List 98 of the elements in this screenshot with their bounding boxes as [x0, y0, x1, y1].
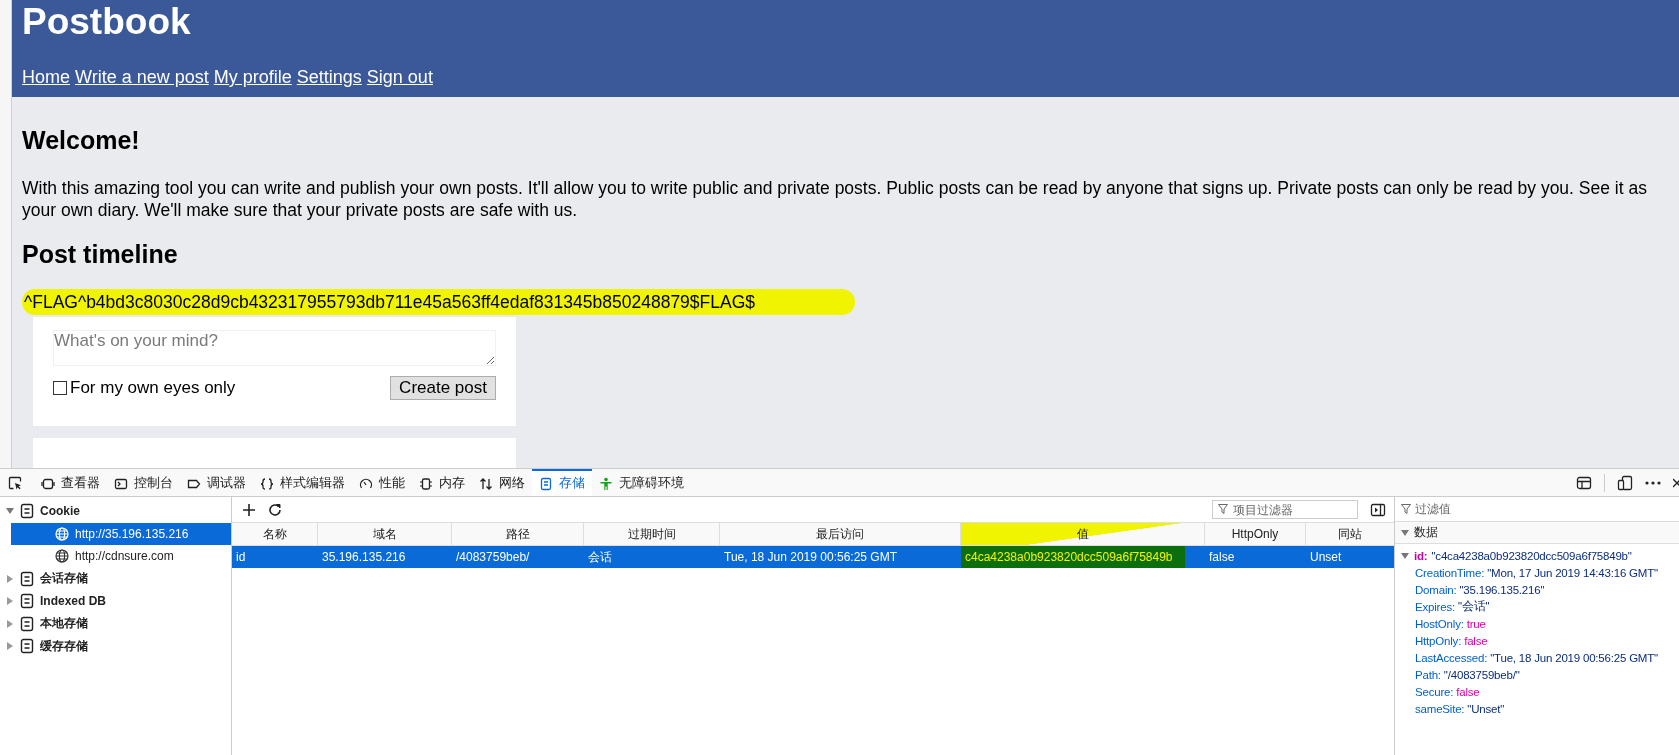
- responsive-icon: [1617, 474, 1633, 491]
- inspector-icon: [41, 476, 55, 491]
- column-header[interactable]: 域名: [318, 523, 452, 545]
- tree-item[interactable]: http://cdnsure.com: [11, 545, 231, 568]
- table-cell-text: 35.196.135.216: [321, 549, 407, 566]
- braces-icon: [260, 476, 274, 491]
- expand-arrow-icon[interactable]: [6, 574, 14, 583]
- storage-icon: [20, 503, 34, 520]
- memory-icon: [419, 476, 433, 491]
- nav-link[interactable]: Write a new post: [75, 66, 209, 88]
- table-cell-text: Unset: [1309, 549, 1343, 566]
- site-title: Postbook: [22, 0, 191, 44]
- collapse-arrow-icon: [1401, 528, 1409, 537]
- tree-item[interactable]: Cookie: [40, 504, 80, 519]
- column-header[interactable]: 名称: [232, 523, 318, 545]
- property-key: LastAccessed:: [1415, 651, 1488, 664]
- tree-item[interactable]: Indexed DB: [40, 594, 106, 609]
- tree-item[interactable]: 缓存存储: [40, 637, 88, 655]
- table-cell: c4ca4238a0b923820dcc509a6f75849b: [961, 546, 1185, 568]
- expand-arrow-icon[interactable]: [6, 619, 14, 628]
- property-key: sameSite:: [1415, 702, 1465, 715]
- property-value: "Mon, 17 Jun 2019 14:43:16 GMT": [1487, 566, 1658, 579]
- accessibility-icon: [599, 476, 613, 491]
- property-value: false: [1464, 634, 1488, 647]
- globe-icon: [55, 526, 69, 541]
- devtools-tab[interactable]: 无障碍环境: [592, 469, 691, 496]
- more-icon: [1645, 480, 1661, 485]
- property-value: "会话": [1457, 599, 1490, 614]
- filter-icon: [1218, 504, 1228, 514]
- collapse-arrow-icon[interactable]: [6, 507, 14, 516]
- devtools-tab[interactable]: 控制台: [107, 469, 180, 496]
- property-key: Path:: [1415, 668, 1441, 681]
- property-value: "c4ca4238a0b923820dcc509a6f75849b": [1431, 549, 1632, 562]
- property-key: HttpOnly:: [1415, 634, 1462, 647]
- filter-field[interactable]: 项目过滤器: [1212, 500, 1358, 519]
- property-value: "Tue, 18 Jun 2019 00:56:25 GMT": [1490, 651, 1658, 664]
- nav-link[interactable]: Home: [22, 66, 70, 88]
- property-key: id:: [1414, 549, 1428, 562]
- devtools-tab[interactable]: 调试器: [180, 469, 253, 496]
- property-key: Expires:: [1415, 600, 1455, 613]
- devtools-tab[interactable]: 样式编辑器: [253, 469, 352, 496]
- storage-icon: [20, 593, 34, 610]
- sidebar-toggle-icon: [1370, 502, 1386, 517]
- table-cell-text: Tue, 18 Jun 2019 00:56:25 GMT: [723, 549, 898, 566]
- checkbox-label: For my own eyes only: [70, 378, 236, 398]
- arrows-icon: [479, 476, 493, 491]
- property-key: Domain:: [1415, 583, 1457, 596]
- tree-item[interactable]: http://35.196.135.216: [11, 522, 231, 545]
- storage-icon: [539, 476, 553, 491]
- devtools-tab[interactable]: 性能: [352, 469, 412, 496]
- gauge-icon: [359, 476, 373, 491]
- property-key: Secure:: [1415, 685, 1454, 698]
- create-post-button[interactable]: Create post: [390, 376, 496, 400]
- table-cell-text: false: [1208, 549, 1236, 566]
- timeline-heading: Post timeline: [22, 239, 179, 269]
- post-input-field[interactable]: What's on your mind?: [53, 330, 496, 366]
- column-header[interactable]: 路径: [452, 523, 584, 545]
- collapse-arrow-icon[interactable]: [1401, 551, 1409, 560]
- layout-icon: [1576, 475, 1592, 490]
- property-value: false: [1456, 685, 1480, 698]
- property-value: "Unset": [1467, 702, 1505, 715]
- nav-link[interactable]: Settings: [296, 66, 362, 88]
- devtools-tab[interactable]: 网络: [472, 469, 532, 496]
- nav-link[interactable]: Sign out: [366, 66, 433, 88]
- table-cell-text: id: [235, 549, 247, 566]
- add-icon: [242, 502, 256, 517]
- flag-text: ^FLAG^b4bd3c8030c28d9cb432317955793db711e45a563ff4edaf831345b850248879$FLAG$: [22, 289, 856, 315]
- property-value: "35.196.135.216": [1459, 583, 1545, 596]
- tree-item[interactable]: 会话存储: [40, 570, 88, 588]
- tree-item[interactable]: 本地存储: [40, 615, 88, 633]
- pick-element-icon: [8, 475, 22, 490]
- storage-icon: [20, 615, 34, 632]
- refresh-icon: [268, 502, 282, 517]
- devtools-tab[interactable]: 查看器: [34, 469, 107, 496]
- section-heading: 数据: [1414, 525, 1438, 540]
- storage-icon: [20, 638, 34, 655]
- expand-arrow-icon[interactable]: [6, 597, 14, 606]
- table-cell-text: /4083759beb/: [455, 549, 531, 566]
- checkbox[interactable]: [53, 381, 67, 395]
- close-icon: [1673, 476, 1679, 489]
- table-row[interactable]: id 35.196.135.216 /4083759beb/ 会话 Tue, 18 Jun 2019 00:56:25 GMT c4ca4238a0b923820dcc509a6f75849b false Unset: [232, 546, 1394, 568]
- console-icon: [114, 476, 128, 491]
- property-value: true: [1466, 617, 1486, 630]
- expand-arrow-icon[interactable]: [6, 642, 14, 651]
- property-key: HostOnly:: [1415, 617, 1464, 630]
- nav-link[interactable]: My profile: [213, 66, 292, 88]
- globe-icon: [55, 549, 69, 564]
- filter-icon: [1401, 504, 1411, 514]
- column-header[interactable]: HttpOnly: [1205, 523, 1306, 545]
- storage-icon: [20, 570, 34, 587]
- table-cell-text: 会话: [587, 549, 613, 566]
- devtools-tab[interactable]: 内存: [412, 469, 472, 496]
- property-value: "/4083759beb/": [1443, 668, 1520, 681]
- column-header[interactable]: 过期时间: [584, 523, 720, 545]
- welcome-text: With this amazing tool you can write and publish your own posts. It'll allow you to write public and private posts. Public posts can be read by anyone that signs up. Private posts can only be read by you. See it as your own diary. We'll make sure that your private posts are safe with us.: [22, 177, 1648, 221]
- welcome-heading: Welcome!: [22, 125, 141, 155]
- property-key: CreationTime:: [1415, 566, 1485, 579]
- devtools-tab[interactable]: 存储: [532, 469, 592, 496]
